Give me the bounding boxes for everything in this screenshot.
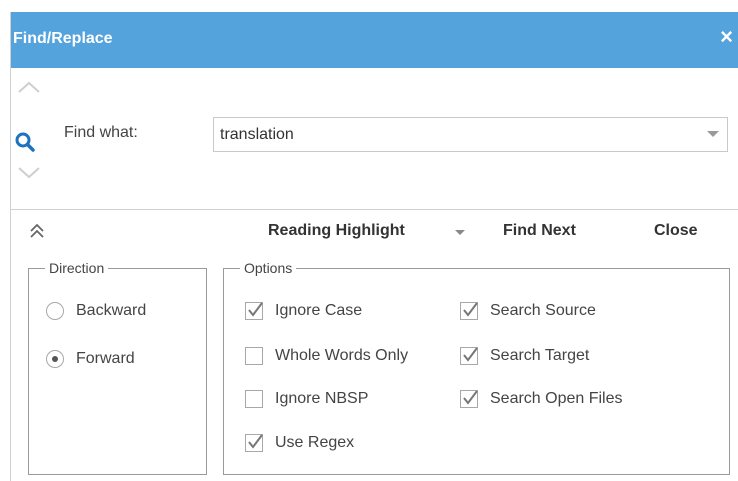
title-bar: Find/Replace × — [11, 12, 738, 68]
checkbox-whole-words-only[interactable]: Whole Words Only — [245, 347, 408, 365]
chevron-down-icon[interactable] — [707, 131, 719, 137]
chevron-up-icon[interactable] — [17, 80, 41, 94]
direction-group: Direction Backward Forward — [28, 260, 207, 475]
close-button[interactable]: Close — [654, 222, 698, 240]
checkbox-label: Use Regex — [275, 434, 355, 451]
options-group: Options Ignore Case Whole Words Only Ign… — [223, 260, 730, 475]
checkbox[interactable] — [460, 302, 478, 320]
search-icon[interactable] — [14, 131, 36, 153]
radio-button[interactable] — [46, 302, 64, 320]
checkbox[interactable] — [245, 302, 263, 320]
checkbox-search-target[interactable]: Search Target — [460, 347, 589, 365]
checkbox-use-regex[interactable]: Use Regex — [245, 434, 354, 452]
find-section: Find what: — [11, 68, 738, 209]
checkbox-label: Ignore NBSP — [275, 390, 369, 407]
radio-backward[interactable]: Backward — [46, 302, 146, 320]
checkbox[interactable] — [245, 390, 263, 408]
checkbox-label: Search Open Files — [490, 390, 623, 407]
double-chevron-up-icon[interactable] — [28, 222, 46, 240]
options-section: Reading Highlight Find Next Close Direct… — [11, 210, 738, 481]
dialog-title: Find/Replace — [13, 30, 113, 47]
reading-highlight-button[interactable]: Reading Highlight — [268, 222, 405, 240]
direction-legend: Direction — [49, 260, 105, 276]
checkbox-ignore-nbsp[interactable]: Ignore NBSP — [245, 390, 368, 408]
find-what-input[interactable] — [214, 118, 690, 151]
options-legend: Options — [244, 260, 293, 276]
checkbox-ignore-case[interactable]: Ignore Case — [245, 302, 362, 320]
radio-label: Backward — [76, 302, 147, 319]
chevron-down-icon[interactable] — [455, 230, 465, 235]
find-next-button[interactable]: Find Next — [503, 222, 576, 240]
checkbox[interactable] — [245, 347, 263, 365]
close-window-button[interactable]: × — [720, 26, 733, 48]
radio-forward[interactable]: Forward — [46, 350, 135, 368]
radio-label: Forward — [76, 350, 135, 367]
checkbox-label: Whole Words Only — [275, 347, 409, 364]
checkbox[interactable] — [245, 434, 263, 452]
checkbox-label: Search Source — [490, 302, 596, 319]
checkbox-label: Search Target — [490, 347, 590, 364]
radio-button[interactable] — [46, 350, 64, 368]
checkbox[interactable] — [460, 390, 478, 408]
find-replace-dialog: Find/Replace × Find what: Reading Highli… — [10, 12, 738, 481]
checkbox[interactable] — [460, 347, 478, 365]
checkbox-search-open-files[interactable]: Search Open Files — [460, 390, 623, 408]
checkbox-label: Ignore Case — [275, 302, 363, 319]
find-what-label: Find what: — [64, 124, 138, 141]
chevron-down-icon[interactable] — [17, 166, 41, 180]
checkbox-search-source[interactable]: Search Source — [460, 302, 596, 320]
find-what-combobox[interactable] — [213, 117, 728, 152]
